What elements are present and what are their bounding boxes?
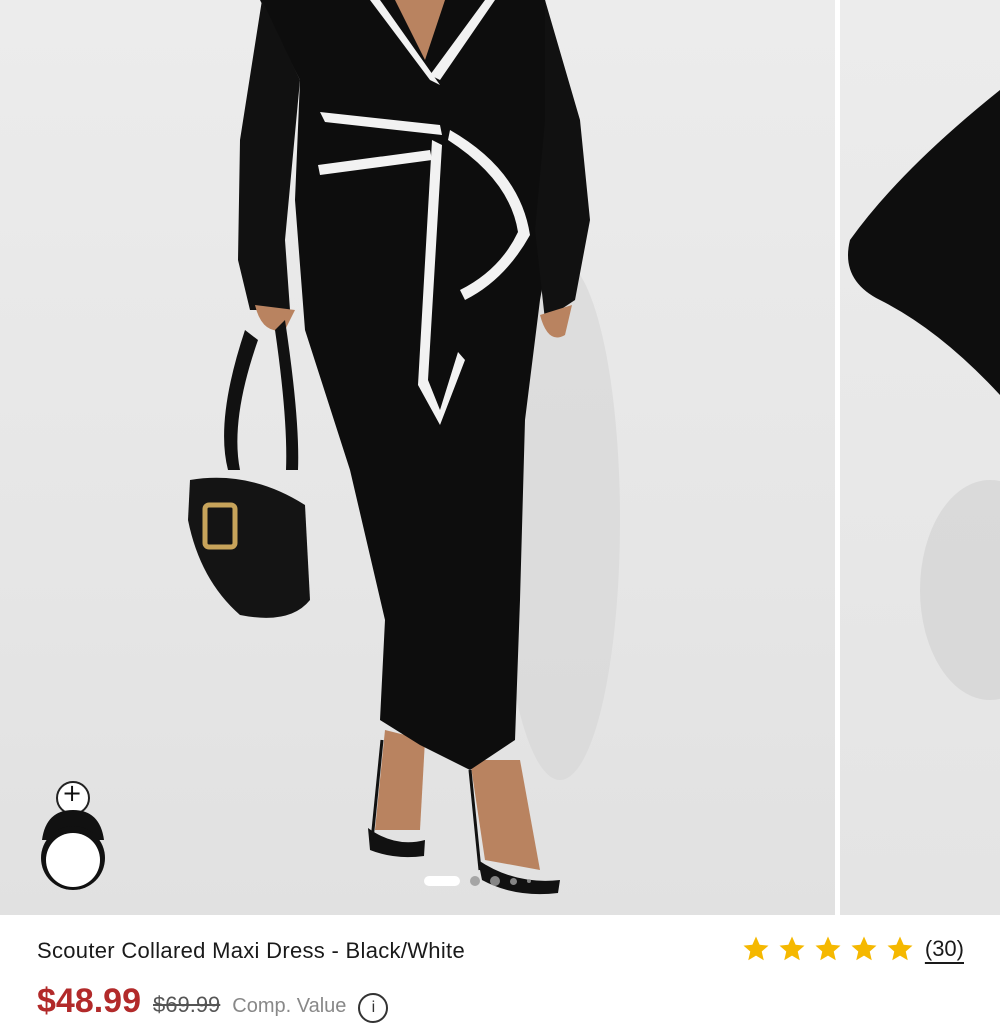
model-photo (188, 0, 620, 895)
sale-price: $48.99 (37, 982, 141, 1020)
product-rating[interactable]: (30) (741, 934, 964, 964)
comp-value-label: Comp. Value (232, 995, 347, 1017)
product-image-gallery[interactable]: + (0, 0, 1000, 915)
product-title: Scouter Collared Maxi Dress - Black/Whit… (37, 938, 465, 963)
star-icon (815, 936, 841, 961)
star-icon (743, 936, 769, 961)
review-count-link[interactable]: (30) (925, 936, 964, 962)
pagination-dot[interactable] (470, 876, 480, 886)
plus-icon: + (62, 779, 83, 807)
virtual-try-on-button[interactable]: + (36, 780, 110, 896)
pagination-dot[interactable] (527, 879, 531, 883)
star-icon (779, 936, 805, 961)
pagination-dot[interactable] (510, 877, 517, 885)
star-icon (887, 936, 913, 961)
product-image-main[interactable]: + (0, 0, 835, 915)
info-icon[interactable]: i (358, 993, 389, 1023)
star-icon (851, 936, 877, 961)
pagination-dot-active[interactable] (424, 876, 460, 886)
pagination-dot[interactable] (490, 876, 500, 886)
original-price: $69.99 (153, 992, 221, 1017)
carousel-pagination[interactable] (424, 874, 531, 888)
price-row: $48.99 $69.99 Comp. Value i (37, 982, 389, 1023)
product-image-next[interactable] (840, 0, 1000, 915)
model-photo-partial (848, 90, 1000, 700)
